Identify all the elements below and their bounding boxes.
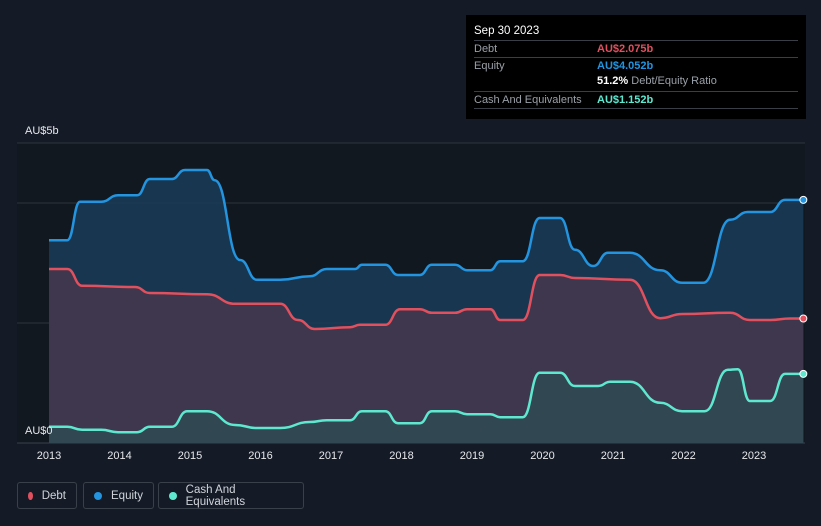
y-tick-label: AU$0 — [25, 425, 53, 437]
x-tick-label: 2015 — [177, 450, 203, 462]
x-tick-label: 2017 — [318, 450, 344, 462]
debt-end-point — [799, 314, 808, 323]
equity-end-point — [799, 195, 808, 204]
legend-label: Equity — [111, 489, 143, 502]
x-tick-label: 2013 — [36, 450, 62, 462]
x-tick-label: 2020 — [530, 450, 555, 462]
x-tick-label: 2016 — [248, 450, 273, 462]
x-tick-label: 2021 — [600, 450, 626, 462]
cash-dot-icon — [169, 491, 177, 500]
equity-label: Equity — [474, 60, 505, 72]
legend-equity[interactable]: Equity — [83, 482, 154, 509]
x-tick-label: 2019 — [459, 450, 485, 462]
x-tick-label: 2022 — [671, 450, 696, 462]
ratio-label: Debt/Equity Ratio — [631, 75, 717, 87]
equity-dot-icon — [94, 491, 102, 500]
cash-label: Cash And Equivalents — [474, 94, 582, 106]
cash-value: AU$1.152b — [597, 94, 654, 106]
legend-debt[interactable]: Debt — [17, 482, 77, 509]
y-tick-label: AU$5b — [25, 125, 59, 137]
debt-value: AU$2.075b — [597, 43, 654, 55]
legend-label: Cash And Equivalents — [185, 483, 246, 508]
tooltip-date: Sep 30 2023 — [474, 25, 540, 37]
ratio-value: 51.2% — [597, 75, 629, 87]
debt-label: Debt — [474, 43, 498, 55]
debt-dot-icon — [28, 491, 33, 500]
x-tick-label: 2023 — [741, 450, 767, 462]
debt-equity-ratio: 51.2% Debt/Equity Ratio — [597, 75, 717, 87]
x-tick-label: 2014 — [107, 450, 132, 462]
cash-end-point — [799, 369, 808, 378]
x-tick-label: 2018 — [389, 450, 414, 462]
tooltip: Sep 30 2023 Debt AU$2.075b Equity AU$4.052… — [466, 15, 806, 119]
legend-cash[interactable]: Cash And Equivalents — [158, 482, 304, 509]
equity-value: AU$4.052b — [597, 60, 654, 72]
legend-label: Debt — [41, 489, 66, 502]
